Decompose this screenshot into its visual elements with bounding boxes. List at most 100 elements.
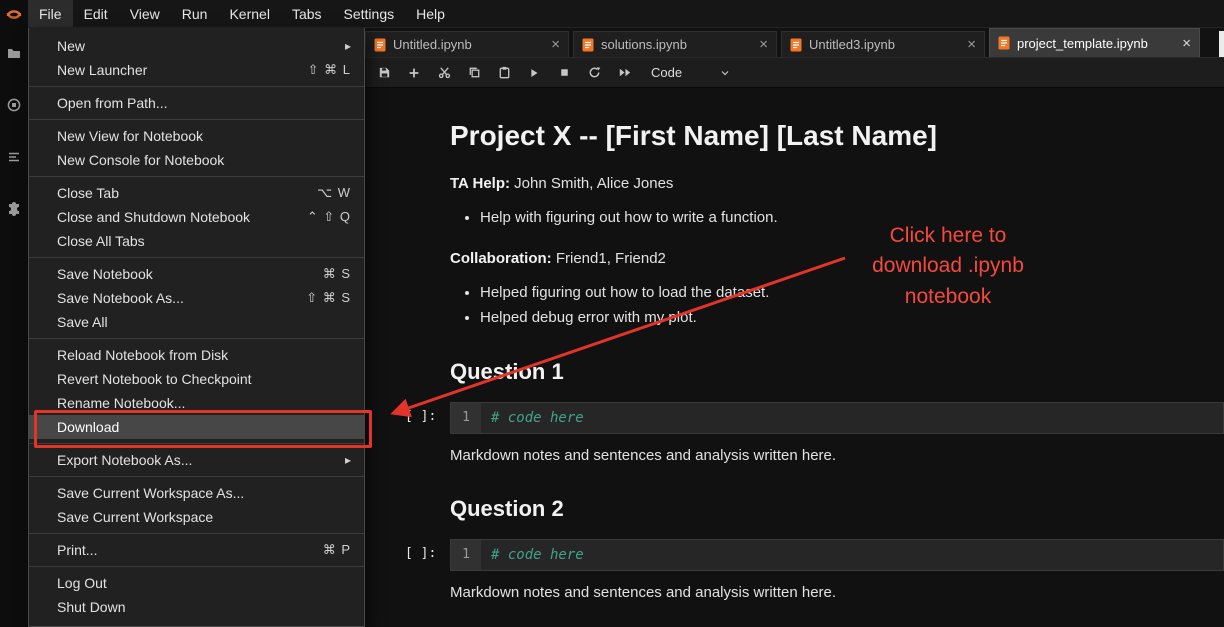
tab-untitled3[interactable]: Untitled3.ipynb ×: [781, 31, 985, 57]
run-all-button[interactable]: [609, 58, 639, 88]
tab-project-template[interactable]: project_template.ipynb ×: [989, 28, 1200, 57]
collaboration-line: Collaboration: Friend1, Friend2: [450, 250, 1224, 267]
code-cell-1[interactable]: [ ]: 1 # code here: [405, 402, 1224, 434]
markdown-note-1: Markdown notes and sentences and analysi…: [450, 447, 1224, 464]
file-menu-item-reload-from-disk[interactable]: Reload Notebook from Disk: [29, 343, 364, 367]
shortcut-label: ⇧ ⌘ S: [306, 290, 351, 306]
close-icon[interactable]: ×: [551, 37, 560, 52]
menu-edit[interactable]: Edit: [73, 0, 119, 27]
notebook-content[interactable]: Project X -- [First Name] [Last Name] TA…: [365, 88, 1224, 627]
file-menu-item-close-all-tabs[interactable]: Close All Tabs: [29, 229, 364, 253]
file-menu-item-print[interactable]: Print... ⌘ P: [29, 538, 364, 562]
menu-item-label: Close All Tabs: [57, 233, 145, 249]
menu-item-label: Open from Path...: [57, 95, 168, 111]
file-menu-item-save-workspace[interactable]: Save Current Workspace: [29, 505, 364, 529]
notebook-file-icon: [790, 38, 802, 52]
cut-cell-button[interactable]: [429, 58, 459, 88]
menu-item-label: Download: [57, 419, 119, 435]
menu-run[interactable]: Run: [171, 0, 219, 27]
tab-label: Untitled3.ipynb: [809, 37, 961, 52]
menu-divider: [29, 476, 364, 477]
file-menu-item-save-notebook-as[interactable]: Save Notebook As... ⇧ ⌘ S: [29, 286, 364, 310]
menu-divider: [29, 257, 364, 258]
file-menu-item-download[interactable]: Download: [29, 415, 364, 439]
submenu-arrow-icon: ▸: [345, 453, 351, 467]
question-2-heading: Question 2: [450, 496, 1224, 522]
menu-settings[interactable]: Settings: [333, 0, 406, 27]
close-icon[interactable]: ×: [967, 37, 976, 52]
file-menu-item-shut-down[interactable]: Shut Down: [29, 595, 364, 619]
main-dock: Untitled.ipynb × solutions.ipynb × Untit…: [365, 28, 1224, 627]
file-menu-item-log-out[interactable]: Log Out: [29, 571, 364, 595]
cell-prompt: [ ]:: [405, 402, 450, 434]
interrupt-kernel-button[interactable]: [549, 58, 579, 88]
file-menu-item-save-notebook[interactable]: Save Notebook ⌘ S: [29, 262, 364, 286]
copy-cell-button[interactable]: [459, 58, 489, 88]
menu-kernel[interactable]: Kernel: [218, 0, 280, 27]
notebook-file-icon: [998, 36, 1010, 50]
file-menu-item-save-workspace-as[interactable]: Save Current Workspace As...: [29, 481, 364, 505]
menu-divider: [29, 566, 364, 567]
menu-item-label: Save All: [57, 314, 108, 330]
restart-kernel-button[interactable]: [579, 58, 609, 88]
shortcut-label: ⌃ ⇧ Q: [307, 209, 351, 225]
add-cell-button[interactable]: [399, 58, 429, 88]
file-menu-item-export-notebook-as[interactable]: Export Notebook As... ▸: [29, 448, 364, 472]
file-menu-item-save-all[interactable]: Save All: [29, 310, 364, 334]
menu-tabs[interactable]: Tabs: [281, 0, 333, 27]
tab-solutions[interactable]: solutions.ipynb ×: [573, 31, 777, 57]
menu-item-label: New Launcher: [57, 62, 147, 78]
file-menu-item-new-launcher[interactable]: New Launcher ⇧ ⌘ L: [29, 58, 364, 82]
file-menu-item-close-tab[interactable]: Close Tab ⌥ W: [29, 181, 364, 205]
menu-divider: [29, 443, 364, 444]
scissors-icon: [437, 65, 452, 80]
save-icon: [377, 65, 392, 80]
tabbar-scroll-sliver: [1219, 31, 1224, 57]
file-menu-item-new-view[interactable]: New View for Notebook: [29, 124, 364, 148]
save-button[interactable]: [369, 58, 399, 88]
close-icon[interactable]: ×: [1182, 36, 1191, 51]
code-text[interactable]: # code here: [481, 540, 1223, 570]
menu-item-label: Save Notebook: [57, 266, 153, 282]
code-text[interactable]: # code here: [481, 403, 1223, 433]
cell-prompt: [ ]:: [405, 539, 450, 571]
file-menu-item-revert-to-checkpoint[interactable]: Revert Notebook to Checkpoint: [29, 367, 364, 391]
menu-file[interactable]: File: [28, 0, 73, 27]
notebook-file-icon: [582, 38, 594, 52]
notebook-title: Project X -- [First Name] [Last Name]: [450, 120, 1224, 152]
table-of-contents-icon[interactable]: [5, 148, 23, 166]
tab-label: project_template.ipynb: [1017, 36, 1176, 51]
run-cell-button[interactable]: [519, 58, 549, 88]
menu-view[interactable]: View: [119, 0, 171, 27]
file-menu-dropdown: New ▸ New Launcher ⇧ ⌘ L Open from Path.…: [28, 28, 365, 627]
menu-help[interactable]: Help: [405, 0, 456, 27]
file-browser-icon[interactable]: [5, 44, 23, 62]
play-icon: [527, 66, 541, 80]
ta-help-line: TA Help: John Smith, Alice Jones: [450, 175, 1224, 192]
fast-forward-icon: [617, 65, 632, 80]
running-sessions-icon[interactable]: [5, 96, 23, 114]
file-menu-item-open-from-path[interactable]: Open from Path...: [29, 91, 364, 115]
close-icon[interactable]: ×: [759, 37, 768, 52]
paste-cell-button[interactable]: [489, 58, 519, 88]
menu-item-label: Close Tab: [57, 185, 119, 201]
menu-item-label: Close and Shutdown Notebook: [57, 209, 250, 225]
jupyter-logo-icon: [5, 5, 23, 23]
extensions-icon[interactable]: [5, 200, 23, 218]
file-menu-item-close-and-shutdown[interactable]: Close and Shutdown Notebook ⌃ ⇧ Q: [29, 205, 364, 229]
file-menu-item-new[interactable]: New ▸: [29, 34, 364, 58]
tab-untitled[interactable]: Untitled.ipynb ×: [365, 31, 569, 57]
line-number: 1: [451, 540, 481, 570]
file-menu-item-rename-notebook[interactable]: Rename Notebook...: [29, 391, 364, 415]
cell-editor[interactable]: 1 # code here: [450, 402, 1224, 434]
cell-editor[interactable]: 1 # code here: [450, 539, 1224, 571]
menu-divider: [29, 338, 364, 339]
file-menu-item-new-console[interactable]: New Console for Notebook: [29, 148, 364, 172]
collaboration-label: Collaboration:: [450, 250, 552, 267]
menu-item-label: New Console for Notebook: [57, 152, 224, 168]
copy-icon: [467, 65, 482, 80]
cell-type-dropdown[interactable]: Code: [643, 61, 739, 85]
menu-item-label: Shut Down: [57, 599, 125, 615]
code-cell-2[interactable]: [ ]: 1 # code here: [405, 539, 1224, 571]
menu-item-label: Log Out: [57, 575, 107, 591]
